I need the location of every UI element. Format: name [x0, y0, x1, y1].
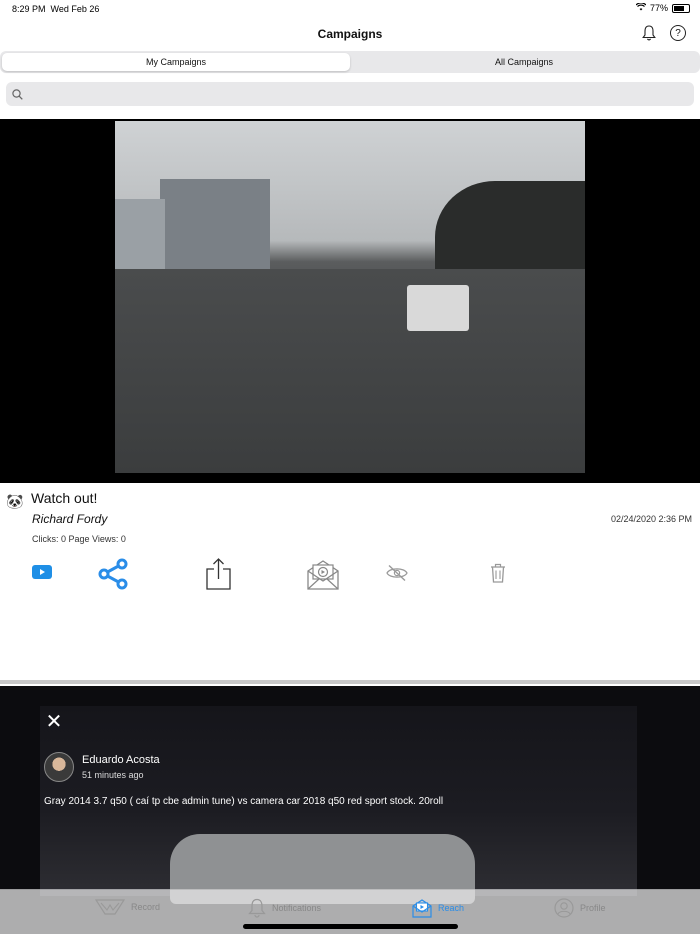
trash-icon	[491, 563, 505, 583]
hide-icon	[386, 564, 408, 582]
hide-button[interactable]	[386, 564, 408, 582]
campaign-filter-segmented-control: My Campaigns All Campaigns	[0, 51, 700, 73]
share-nodes-icon	[98, 558, 128, 590]
battery-icon	[672, 3, 690, 13]
avatar[interactable]	[44, 752, 74, 782]
status-time: 8:29 PM Wed Feb 26	[12, 4, 100, 14]
navigation-bar: Campaigns ?	[0, 18, 700, 50]
truck-image	[407, 285, 469, 331]
page-title: Campaigns	[317, 27, 383, 41]
help-button[interactable]: ?	[670, 25, 686, 41]
tab-notifications-label: Notifications	[272, 903, 322, 913]
export-button[interactable]	[206, 558, 231, 590]
close-overlay-button[interactable]: ✕	[44, 712, 64, 732]
video-thumbnail	[115, 121, 585, 473]
search-bar[interactable]	[6, 82, 694, 106]
campaign-card: 🐼 Watch out! Richard Fordy 02/24/2020 2:…	[0, 483, 700, 680]
wifi-icon	[635, 2, 647, 13]
reach-icon	[412, 899, 432, 918]
tab-reach-label: Reach	[438, 903, 465, 913]
tab-profile-label: Profile	[580, 903, 606, 913]
youtube-button[interactable]	[32, 565, 52, 579]
campaign-actions	[0, 558, 700, 592]
email-video-icon	[307, 560, 339, 590]
campaign-avatar: 🐼	[6, 493, 24, 509]
campaign-stats: Clicks: 0 Page Views: 0	[32, 534, 126, 544]
delete-button[interactable]	[490, 563, 506, 583]
share-button[interactable]	[97, 558, 129, 590]
tab-record[interactable]: Record	[95, 898, 160, 916]
help-icon: ?	[675, 27, 681, 39]
battery-percent: 77%	[649, 3, 668, 13]
status-indicators: 77%	[635, 2, 690, 13]
tab-record-label: Record	[131, 902, 161, 912]
tab-profile[interactable]: Profile	[554, 898, 606, 918]
status-bar: 8:29 PM Wed Feb 26 77%	[0, 0, 700, 18]
bell-icon	[248, 898, 266, 918]
search-input[interactable]	[27, 88, 694, 100]
home-indicator	[243, 924, 458, 929]
youtube-icon	[32, 565, 52, 579]
segment-my-campaigns[interactable]: My Campaigns	[2, 53, 350, 71]
campaign-author: Richard Fordy	[32, 512, 108, 526]
section-divider	[0, 680, 700, 684]
tab-notifications[interactable]: Notifications	[248, 898, 321, 918]
bell-icon	[642, 25, 656, 41]
record-icon	[95, 899, 125, 915]
campaign-title: Watch out!	[31, 490, 98, 506]
campaign-date: 02/24/2020 2:36 PM	[610, 514, 692, 524]
export-icon	[206, 558, 231, 590]
tab-reach[interactable]: Reach	[412, 898, 464, 918]
notifications-bell-button[interactable]	[640, 24, 658, 42]
campaign-video-player[interactable]	[0, 119, 700, 483]
profile-icon	[554, 898, 574, 918]
segment-all-campaigns[interactable]: All Campaigns	[350, 53, 698, 71]
post-timestamp: 51 minutes ago	[82, 770, 144, 780]
poster-name[interactable]: Eduardo Acosta	[82, 754, 160, 766]
search-icon	[12, 88, 23, 100]
road-image	[115, 268, 585, 473]
post-caption: Gray 2014 3.7 q50 ( caí tp cbe admin tun…	[44, 796, 444, 807]
email-video-button[interactable]	[306, 557, 340, 591]
